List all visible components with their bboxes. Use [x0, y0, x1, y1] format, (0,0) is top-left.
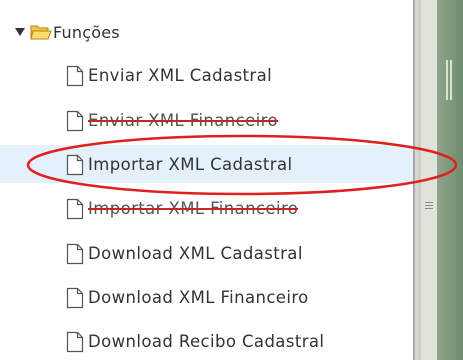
folder-open-icon [30, 23, 52, 41]
annotation-ellipse [26, 134, 458, 196]
triangle-down-icon[interactable] [14, 26, 26, 38]
tree-item-label: Download XML Financeiro [88, 288, 309, 307]
resize-handle-icon[interactable] [445, 60, 455, 100]
tree-item-download-xml-cadastral[interactable]: Download XML Cadastral [66, 238, 413, 269]
tree-item-download-xml-financeiro[interactable]: Download XML Financeiro [66, 282, 413, 313]
tree-item-label: Download Recibo Cadastral [88, 332, 325, 351]
tree-item-enviar-xml-cadastral[interactable]: Enviar XML Cadastral [66, 60, 413, 91]
tree-item-label: Enviar XML Cadastral [88, 66, 273, 85]
document-icon [66, 243, 84, 265]
tree-item-label: Download XML Cadastral [88, 244, 303, 263]
document-icon [66, 110, 84, 132]
document-icon [66, 331, 84, 353]
tree-node-funcoes[interactable]: Funções [14, 17, 120, 47]
document-icon [66, 287, 84, 309]
document-icon [66, 65, 84, 87]
tree-node-label: Funções [53, 22, 120, 42]
tree-item-label: Enviar XML Financeiro [88, 111, 278, 130]
tree-item-download-recibo-cadastral[interactable]: Download Recibo Cadastral [66, 326, 413, 357]
document-icon [66, 198, 84, 220]
tree-item-label: Importar XML Financeiro [88, 199, 299, 218]
